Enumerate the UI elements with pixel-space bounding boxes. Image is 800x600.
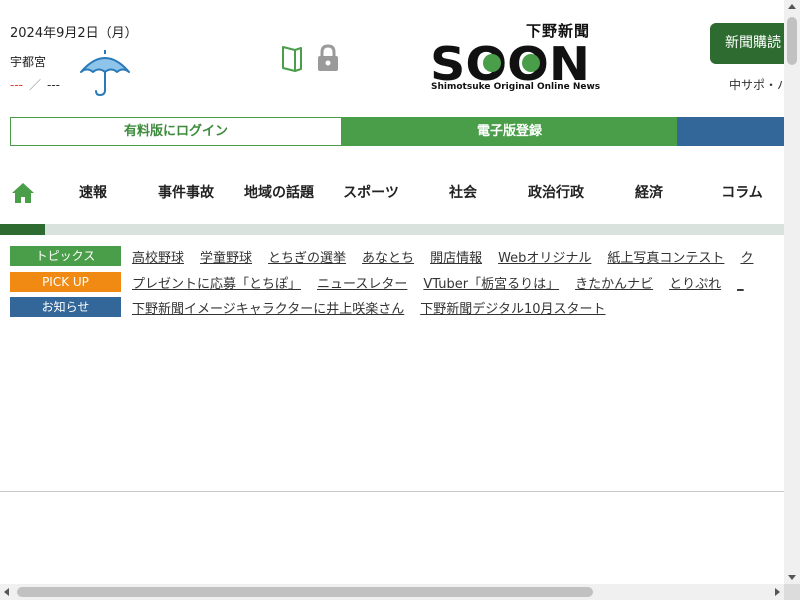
temp-high: --- xyxy=(10,78,23,92)
subscribe-button[interactable]: 新聞購読 xyxy=(710,23,784,64)
nav-item-breaking[interactable]: 速報 xyxy=(60,172,126,214)
nav-item-politics[interactable]: 政治行政 xyxy=(516,172,596,214)
notice-label: お知らせ xyxy=(10,297,121,317)
page-viewport: 2024年9月2日（月） 宇都宮 --- ／ --- 下野新聞 SOON Shimo… xyxy=(0,0,784,584)
pickup-link[interactable]: プレゼントに応募「とちぽ」 xyxy=(132,277,301,292)
horizontal-scrollbar[interactable] xyxy=(0,584,784,600)
notice-links: 下野新聞イメージキャラクターに井上咲楽さん 下野新聞デジタル10月スタート xyxy=(132,298,784,317)
site-logo[interactable]: 下野新聞 SOON Shimotsuke Original Online New… xyxy=(428,20,600,98)
weather-temps: --- ／ --- xyxy=(10,76,60,93)
e-paper-book-icon[interactable] xyxy=(280,45,304,73)
topic-link[interactable]: とちぎの選挙 xyxy=(268,251,346,266)
nav-item-incidents[interactable]: 事件事故 xyxy=(148,172,224,214)
pickup-link[interactable]: ニュースレター xyxy=(317,277,407,292)
weather-city: 宇都宮 xyxy=(10,55,47,69)
topic-link[interactable]: Webオリジナル xyxy=(498,251,591,266)
paid-login-button[interactable]: 有料版にログイン xyxy=(10,117,342,146)
pickup-links: プレゼントに応募「とちぽ」 ニュースレター VTuber「栃宮るりは」 きたかんナビ と… xyxy=(132,273,784,292)
horizontal-scroll-thumb[interactable] xyxy=(17,587,593,597)
nav-item-society[interactable]: 社会 xyxy=(430,172,496,214)
nav-item-economy[interactable]: 経済 xyxy=(616,172,682,214)
scroll-down-arrow-icon[interactable] xyxy=(788,575,796,580)
temp-separator: ／ xyxy=(29,78,42,92)
topic-link[interactable]: 開店情報 xyxy=(430,251,482,266)
e-edition-register-button[interactable]: 電子版登録 xyxy=(342,117,677,146)
support-link[interactable]: 中サポ・ハ xyxy=(729,76,784,93)
umbrella-icon xyxy=(80,50,130,97)
topic-link[interactable]: 紙上写真コンテスト xyxy=(607,251,724,266)
nav-item-sports[interactable]: スポーツ xyxy=(334,172,408,214)
notice-link[interactable]: 下野新聞デジタル10月スタート xyxy=(420,302,605,317)
topic-link[interactable]: 学童野球 xyxy=(200,251,252,266)
current-date: 2024年9月2日（月） xyxy=(10,26,138,41)
lock-icon[interactable] xyxy=(315,44,341,72)
topic-link[interactable]: あなとち xyxy=(362,251,414,266)
logo-tagline: Shimotsuke Original Online News xyxy=(431,82,601,92)
nav-item-local[interactable]: 地域の話題 xyxy=(234,172,324,214)
topic-link[interactable]: ク xyxy=(740,251,753,266)
vertical-scrollbar[interactable] xyxy=(784,0,800,584)
home-icon[interactable] xyxy=(12,182,34,204)
nav-scroll-thumb[interactable] xyxy=(0,224,45,235)
pickup-link[interactable]: _ xyxy=(737,277,744,292)
topic-link[interactable]: 高校野球 xyxy=(132,251,184,266)
nav-scroll-track[interactable] xyxy=(0,224,784,235)
pickup-link[interactable]: きたかんナビ xyxy=(575,277,653,292)
scroll-right-arrow-icon[interactable] xyxy=(775,588,780,596)
nav-item-column[interactable]: コラム xyxy=(706,172,778,214)
notice-link[interactable]: 下野新聞イメージキャラクターに井上咲楽さん xyxy=(132,302,404,317)
scroll-left-arrow-icon[interactable] xyxy=(4,588,9,596)
topics-label: トピックス xyxy=(10,246,121,266)
pickup-link[interactable]: とりぷれ xyxy=(669,277,721,292)
vertical-scroll-thumb[interactable] xyxy=(787,17,797,65)
scroll-up-arrow-icon[interactable] xyxy=(788,4,796,9)
pickup-label: PICK UP xyxy=(10,272,121,292)
topics-links: 高校野球 学童野球 とちぎの選挙 あなとち 開店情報 Webオリジナル 紙上写真コンテスト ク xyxy=(132,247,784,266)
pickup-link[interactable]: VTuber「栃宮るりは」 xyxy=(423,277,559,292)
main-nav: 速報 事件事故 地域の話題 スポーツ 社会 政治行政 経済 コラム xyxy=(0,172,784,214)
logo-green-dots xyxy=(483,54,540,72)
temp-low: --- xyxy=(47,78,61,92)
content-divider xyxy=(0,491,784,492)
scrollbar-corner xyxy=(784,584,800,600)
extra-blue-button[interactable] xyxy=(677,117,784,146)
